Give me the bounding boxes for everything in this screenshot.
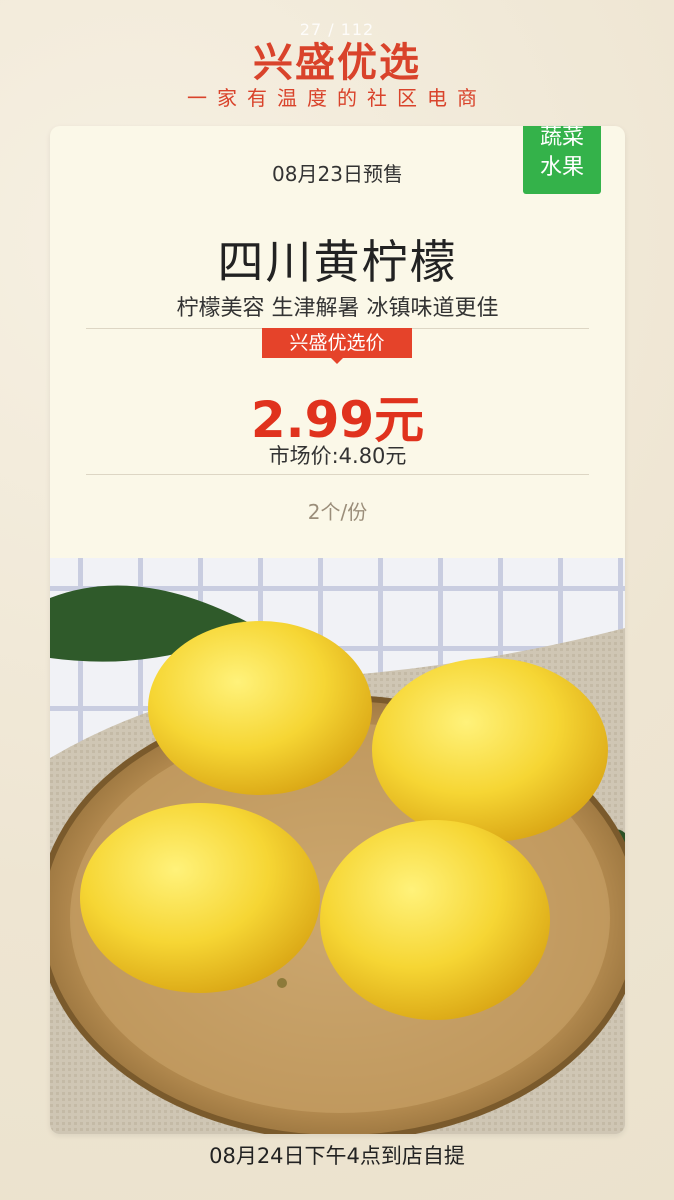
presale-date: 08月23日预售 xyxy=(272,162,403,186)
product-title: 四川黄柠檬 xyxy=(217,235,458,289)
brand-logo: 兴盛优选 xyxy=(253,40,421,86)
unit-info: 2个/份 xyxy=(307,500,368,524)
product-photo xyxy=(50,558,625,1134)
lemons-illustration xyxy=(50,558,625,1134)
pickup-info: 08月24日下午4点到店自提 xyxy=(209,1144,465,1168)
divider-bottom xyxy=(86,474,589,475)
market-price: 市场价:4.80元 xyxy=(268,444,407,468)
brand-slogan: 一家有温度的社区电商 xyxy=(187,86,487,110)
product-card[interactable]: 蔬菜 水果 08月23日预售 四川黄柠檬 柠檬美容 生津解暑 冰镇味道更佳 兴盛… xyxy=(50,126,625,1134)
category-label-1: 蔬菜 xyxy=(539,126,584,150)
price-ribbon: 兴盛优选价 xyxy=(262,328,412,364)
product-tagline: 柠檬美容 生津解暑 冰镇味道更佳 xyxy=(176,296,499,321)
